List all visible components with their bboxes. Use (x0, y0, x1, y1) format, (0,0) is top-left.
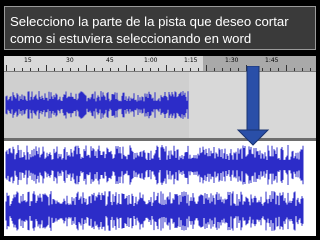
ruler-tick (222, 68, 223, 71)
ruler-tick (134, 68, 135, 71)
ruler-tick (286, 65, 287, 71)
ruler-tick (294, 68, 295, 71)
ruler-tick (110, 68, 111, 71)
ruler-label-45: 45 (106, 57, 114, 64)
ruler-tick (270, 68, 271, 71)
ruler-label-30: 30 (66, 57, 74, 64)
down-arrow-icon (236, 66, 270, 146)
ruler-label-1-45: 1:45 (265, 57, 279, 64)
ruler-tick (214, 68, 215, 71)
waveform-track-2 (5, 145, 304, 231)
audio-track-2[interactable] (4, 141, 316, 236)
ruler-tick (190, 68, 191, 71)
ruler-tick (206, 65, 207, 71)
ruler-tick (70, 68, 71, 71)
ruler-tick (302, 68, 303, 71)
ruler-tick (198, 68, 199, 71)
caption-line-2: como si estuviera seleccionando en word (10, 31, 252, 46)
ruler-tick (182, 68, 183, 71)
ruler-tick (86, 65, 87, 71)
ruler-tick (46, 65, 47, 71)
ruler-tick (102, 68, 103, 71)
ruler-tick (62, 68, 63, 71)
ruler-tick (278, 68, 279, 71)
ruler-tick (230, 68, 231, 71)
ruler-tick (310, 68, 311, 71)
slide-caption: Selecciono la parte de la pista que dese… (4, 6, 316, 50)
ruler-label-15: 15 (24, 57, 32, 64)
ruler-tick (126, 65, 127, 71)
ruler-tick (150, 68, 151, 71)
ruler-tick (142, 68, 143, 71)
ruler-tick (14, 68, 15, 71)
ruler-label-1-30: 1:30 (225, 57, 239, 64)
ruler-tick (38, 68, 39, 71)
ruler-tick (6, 65, 7, 71)
ruler-label-1-00: 1:00 (144, 57, 158, 64)
ruler-tick (22, 68, 23, 71)
ruler-tick (30, 68, 31, 71)
ruler-tick (166, 65, 167, 71)
ruler-label-1-15: 1:15 (184, 57, 198, 64)
ruler-tick (78, 68, 79, 71)
ruler-tick (54, 68, 55, 71)
ruler-tick (158, 68, 159, 71)
ruler-tick (174, 68, 175, 71)
ruler-tick (118, 68, 119, 71)
ruler-tick (94, 68, 95, 71)
caption-line-1: Selecciono la parte de la pista que dese… (10, 14, 289, 29)
